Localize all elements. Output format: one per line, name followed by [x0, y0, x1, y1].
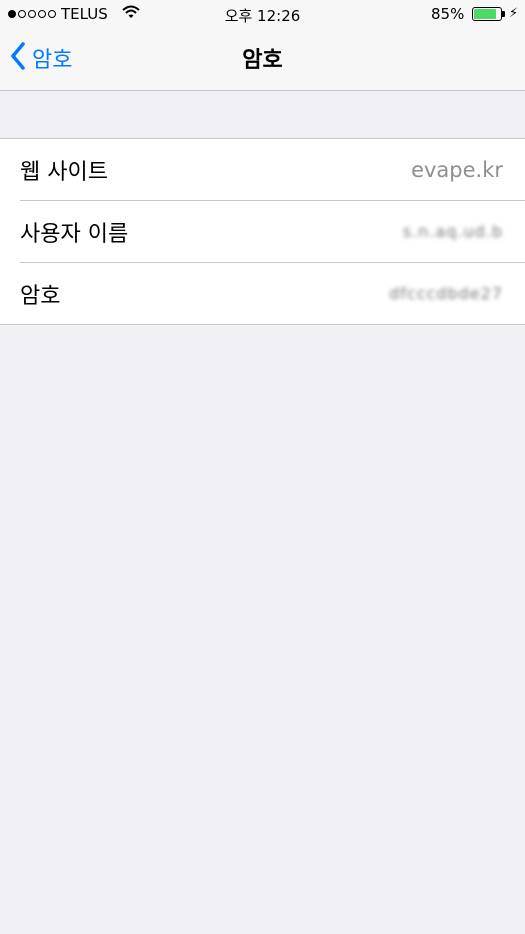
navigation-bar: 암호 암호 [0, 30, 525, 90]
username-value: s.n.aq.ud.b [402, 222, 503, 241]
website-value: evape.kr [411, 157, 503, 182]
charging-icon: ⚡ [509, 6, 519, 21]
battery-percentage: 85% [431, 5, 465, 23]
password-label: 암호 [20, 283, 61, 309]
page-title: 암호 [242, 48, 283, 73]
password-value: dfcccdbde27 [389, 284, 503, 303]
website-label: 웹 사이트 [20, 159, 108, 185]
battery-icon [472, 7, 502, 21]
password-details-table: 웹 사이트 evape.kr 사용자 이름 s.n.aq.ud.b 암호 dfc… [0, 138, 525, 325]
username-row[interactable]: 사용자 이름 s.n.aq.ud.b [20, 200, 525, 262]
status-bar: TELUS 오후 12:26 85% ⚡ [0, 0, 525, 30]
back-button[interactable]: 암호 [10, 40, 72, 76]
battery-cap [502, 11, 505, 17]
username-label: 사용자 이름 [20, 221, 129, 247]
top-bar: TELUS 오후 12:26 85% ⚡ 암호 암호 [0, 0, 525, 91]
password-row[interactable]: 암호 dfcccdbde27 [20, 262, 525, 324]
chevron-left-icon [10, 42, 26, 74]
back-button-label: 암호 [32, 48, 73, 73]
website-row[interactable]: 웹 사이트 evape.kr [20, 139, 525, 200]
